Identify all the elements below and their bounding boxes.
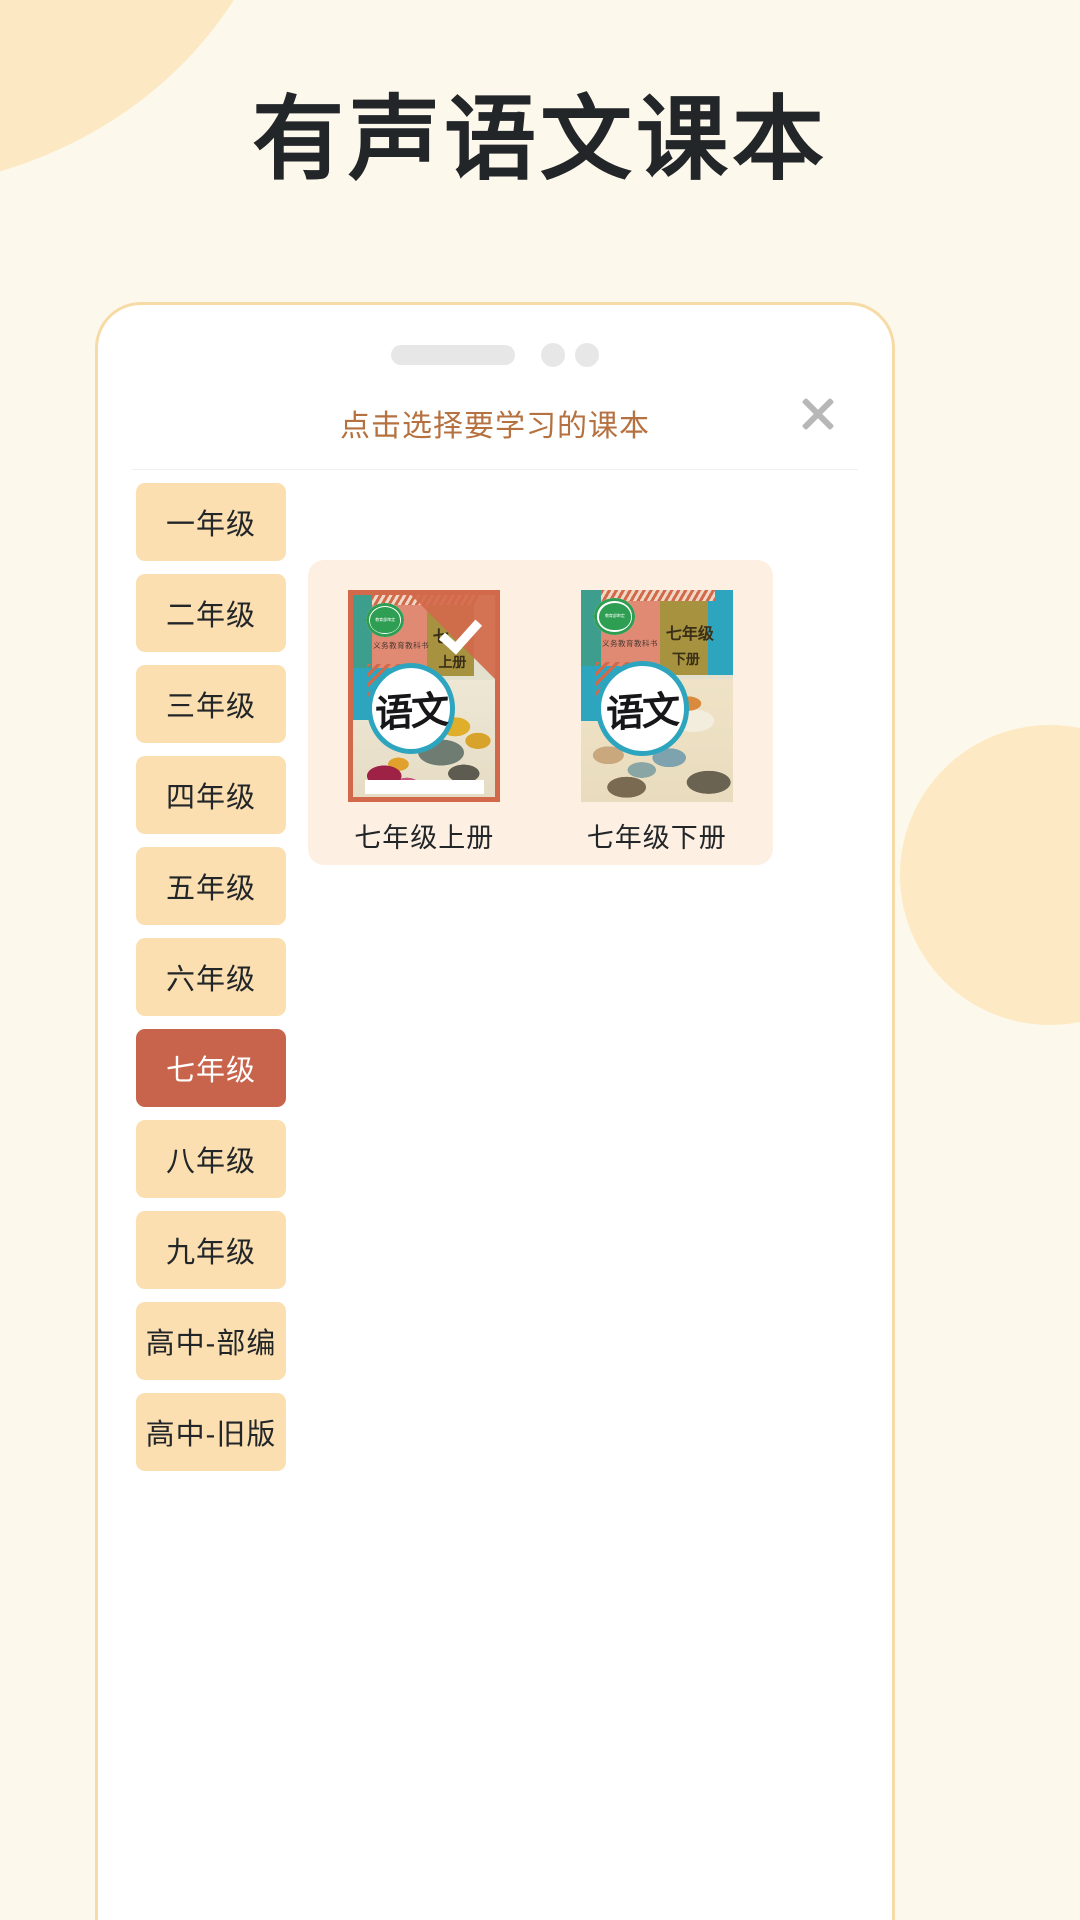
sidebar-item-label: 一年级 [165,509,256,541]
sidebar-item-label: 高中-旧版 [145,1419,277,1451]
book-card-grade7-volume2[interactable]: 教育部审定 义务教育教科书 七年级 下册 语文 七年级下册 [564,590,750,855]
cover-subject-badge: 语文 [600,666,685,752]
cover-subject-text: 语文 [374,686,447,737]
sidebar-item-label: 九年级 [165,1237,256,1269]
sidebar-item-highschool-bubian[interactable]: 高中-部编 [136,1302,286,1380]
sidebar-item-label: 六年级 [165,964,256,996]
check-icon [441,603,487,649]
sidebar-item-label: 四年级 [165,782,256,814]
sidebar-item-label: 二年级 [165,600,256,632]
book-label: 七年级上册 [354,823,495,853]
sidebar-item-grade-6[interactable]: 六年级 [136,938,286,1016]
sidebar-item-grade-3[interactable]: 三年级 [136,665,286,743]
modal-title: 点击选择要学习的课本 [340,410,650,443]
book-label: 七年级下册 [586,823,727,853]
cover-subject-badge: 语文 [371,667,450,749]
cover-subtitle: 义务教育教科书 [602,638,659,648]
sidebar-item-grade-8[interactable]: 八年级 [136,1120,286,1198]
decor-blob-right [900,725,1080,1025]
close-icon[interactable] [792,387,844,439]
cover-footer-bar [364,779,484,794]
cover-volume-text: 下册 [671,651,700,668]
sidebar-item-label: 五年级 [165,873,256,905]
book-cover: 教育部审定 义务教育教科书 七年级 下册 语文 [580,590,733,802]
speaker-bar-icon [391,345,515,365]
sidebar-item-label: 七年级 [165,1055,256,1087]
publisher-seal-text: 教育部审定 [604,613,625,619]
book-cover: 教育部审定 义务教育教科书 七 上册 语文 [348,590,501,802]
sidebar-item-grade-9[interactable]: 九年级 [136,1211,286,1289]
sidebar-item-grade-7[interactable]: 七年级 [136,1029,286,1107]
book-card-grade7-volume1[interactable]: 教育部审定 义务教育教科书 七 上册 语文 七年级上册 [331,590,517,855]
header-divider [132,469,858,470]
sidebar-item-grade-5[interactable]: 五年级 [136,847,286,925]
book-grid: 教育部审定 义务教育教科书 七 上册 语文 七年级上册 教育部审定 义务教育教科… [308,560,773,865]
phone-notch [98,343,892,367]
sidebar-item-label: 八年级 [165,1146,256,1178]
book-cover-art: 教育部审定 义务教育教科书 七年级 下册 语文 [580,590,733,802]
modal-header: 点击选择要学习的课本 [98,387,892,471]
publisher-seal-text: 教育部审定 [375,617,396,623]
cover-grade-text: 七年级 [665,625,714,643]
sidebar-item-highschool-old[interactable]: 高中-旧版 [136,1393,286,1471]
camera-dots [541,343,599,367]
sidebar-item-label: 三年级 [165,691,256,723]
sidebar-item-grade-1[interactable]: 一年级 [136,483,286,561]
cover-subject-text: 语文 [606,686,679,737]
grade-sidebar: 一年级 二年级 三年级 四年级 五年级 六年级 七年级 八年级 九年级 高中-部… [136,483,286,1484]
sidebar-item-grade-2[interactable]: 二年级 [136,574,286,652]
phone-frame: 点击选择要学习的课本 一年级 二年级 三年级 四年级 五年级 六年级 七年级 八… [95,302,895,1920]
sidebar-item-grade-4[interactable]: 四年级 [136,756,286,834]
page-title: 有声语文课本 [251,89,828,191]
camera-dot-icon [541,343,565,367]
camera-dot-icon [575,343,599,367]
sidebar-item-label: 高中-部编 [145,1328,277,1360]
